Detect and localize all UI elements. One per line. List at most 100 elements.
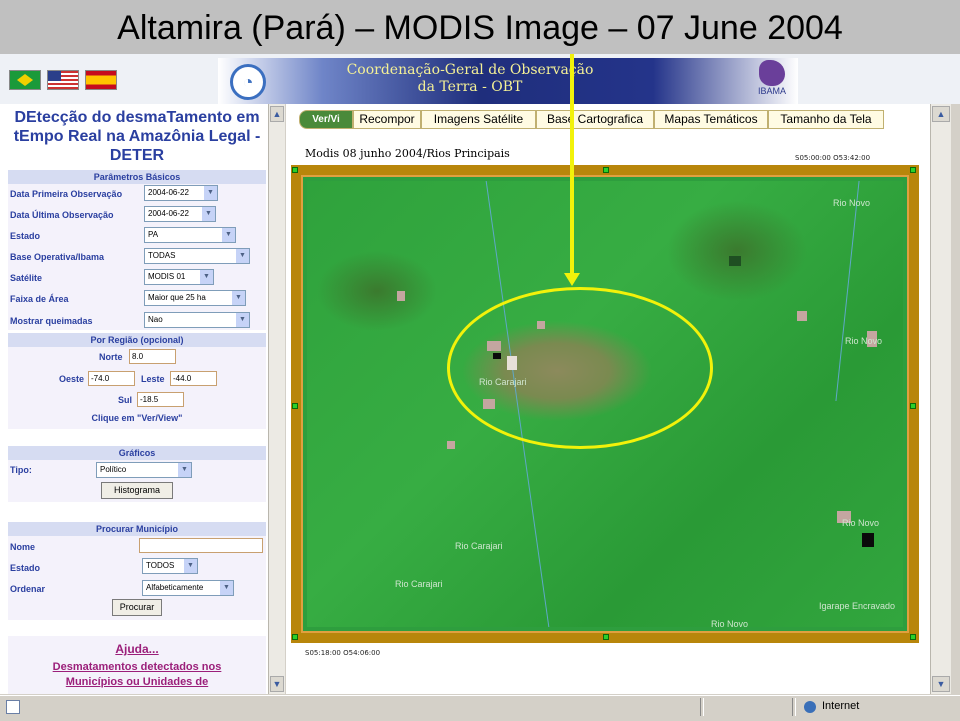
satelite-value: MODIS 01 — [148, 272, 186, 281]
scroll-down-icon[interactable]: ▼ — [932, 676, 950, 692]
faixa-area-value: Maior que 25 ha — [148, 293, 206, 302]
resize-handle[interactable] — [292, 167, 298, 173]
inpe-logo-icon: ◔ — [230, 64, 266, 100]
chevron-down-icon: ▼ — [220, 581, 233, 595]
oeste-input[interactable]: -74.0 — [88, 371, 135, 386]
sidebar-title: DEtecção do desmaTamento em tEmpo Real n… — [13, 109, 261, 164]
label-ordenar: Ordenar — [10, 584, 46, 594]
brazil-flag-icon[interactable] — [9, 70, 41, 90]
tab-imagens-satelite[interactable]: Imagens Satélite — [421, 110, 536, 129]
resize-handle[interactable] — [603, 634, 609, 640]
coord-bottom-left: S05:18:00 O54:06:00 — [305, 649, 381, 657]
chevron-down-icon: ▼ — [204, 186, 217, 200]
resize-handle[interactable] — [910, 403, 916, 409]
detected-link-line-1[interactable]: Desmatamentos detectados nos — [8, 660, 266, 674]
label-estado: Estado — [10, 231, 41, 241]
search-municipio-button[interactable]: Procurar — [112, 599, 162, 616]
sul-input[interactable]: -18.5 — [137, 392, 184, 407]
river-label: Rio Carajari — [455, 541, 503, 551]
banner-text: Coordenação-Geral de Observação da Terra… — [300, 62, 640, 96]
ordenar-value: Alfabeticamente — [146, 583, 204, 592]
map-caption: Modis 08 junho 2004/Rios Principais — [305, 147, 510, 160]
tab-recompor[interactable]: Recompor — [353, 110, 421, 129]
satelite-select[interactable]: MODIS 01 ▼ — [144, 269, 214, 285]
river-line — [835, 181, 860, 401]
queimadas-select[interactable]: Nao ▼ — [144, 312, 250, 328]
resize-handle[interactable] — [292, 403, 298, 409]
arrow-head-icon — [564, 273, 580, 286]
last-date-select[interactable]: 2004-06-22 ▼ — [144, 206, 216, 222]
leste-input[interactable]: -44.0 — [170, 371, 217, 386]
chevron-down-icon: ▼ — [178, 463, 191, 477]
chevron-down-icon: ▼ — [232, 291, 245, 305]
usa-flag-icon[interactable] — [47, 70, 79, 90]
histogram-button[interactable]: Histograma — [101, 482, 173, 499]
label-first-date: Data Primeira Observação — [10, 189, 123, 199]
label-tipo: Tipo: — [10, 465, 32, 475]
queimadas-value: Nao — [148, 315, 163, 324]
label-municipio-estado: Estado — [10, 563, 41, 573]
resize-handle[interactable] — [603, 167, 609, 173]
tipo-select[interactable]: Político ▼ — [96, 462, 192, 478]
label-leste: Leste — [141, 374, 165, 384]
tab-mapas-tematicos[interactable]: Mapas Temáticos — [654, 110, 768, 129]
label-faixa-area: Faixa de Área — [10, 294, 69, 304]
municipio-estado-value: TODOS — [146, 561, 175, 570]
estado-value: PA — [148, 230, 159, 239]
chevron-down-icon: ▼ — [236, 313, 249, 327]
status-divider — [792, 698, 796, 716]
section-heading-region: Por Região (opcional) — [8, 333, 266, 347]
nome-input[interactable] — [139, 538, 263, 553]
municipio-estado-select[interactable]: TODOS ▼ — [142, 558, 198, 574]
faixa-area-select[interactable]: Maior que 25 ha ▼ — [144, 290, 246, 306]
ordenar-select[interactable]: Alfabeticamente ▼ — [142, 580, 234, 596]
chevron-down-icon: ▼ — [184, 559, 197, 573]
scroll-up-icon[interactable]: ▲ — [270, 106, 284, 122]
annotation-arrow — [570, 54, 574, 279]
river-label: Igarape Encravado — [819, 601, 896, 611]
banner-line-1: Coordenação-Geral de Observação — [346, 62, 594, 78]
ibama-leaf-icon — [759, 60, 785, 86]
status-divider — [700, 698, 704, 716]
slide-title: Altamira (Pará) – MODIS Image – 07 June … — [0, 0, 960, 54]
chevron-down-icon: ▼ — [200, 270, 213, 284]
tab-base-cartografica[interactable]: Base Cartografica — [536, 110, 654, 129]
first-date-value: 2004-06-22 — [148, 188, 189, 197]
label-queimadas: Mostrar queimadas — [10, 316, 93, 326]
last-date-value: 2004-06-22 — [148, 209, 189, 218]
tipo-value: Político — [100, 465, 127, 474]
label-norte: Norte — [99, 352, 123, 362]
norte-input[interactable]: 8.0 — [129, 349, 176, 364]
globe-icon — [804, 701, 816, 713]
base-operativa-value: TODAS — [148, 251, 176, 260]
section-heading-basic: Parâmetros Básicos — [8, 170, 266, 184]
scroll-up-icon[interactable]: ▲ — [932, 106, 950, 122]
deforestation-patch — [447, 441, 455, 449]
label-last-date: Data Última Observação — [10, 210, 114, 220]
spain-flag-icon[interactable] — [85, 70, 117, 90]
resize-handle[interactable] — [910, 634, 916, 640]
highlight-ellipse — [447, 287, 713, 449]
tab-ver-view[interactable]: Ver/Vi — [299, 110, 353, 129]
detected-link-line-2[interactable]: Municípios ou Unidades de — [8, 675, 266, 689]
river-label: Rio Carajari — [395, 579, 443, 589]
sidebar-scrollbar[interactable]: ▲ ▼ — [268, 104, 285, 694]
label-sul: Sul — [118, 395, 133, 405]
help-link[interactable]: Ajuda... — [8, 642, 266, 656]
resize-handle[interactable] — [292, 634, 298, 640]
estado-select[interactable]: PA ▼ — [144, 227, 236, 243]
map-scrollbar[interactable]: ▲ ▼ — [930, 104, 951, 694]
label-oeste: Oeste — [59, 374, 85, 384]
base-operativa-select[interactable]: TODAS ▼ — [144, 248, 250, 264]
coord-top-right: S05:00:00 O53:42:00 — [795, 154, 871, 162]
first-date-select[interactable]: 2004-06-22 ▼ — [144, 185, 218, 201]
resize-handle[interactable] — [910, 167, 916, 173]
chevron-down-icon: ▼ — [202, 207, 215, 221]
label-satelite: Satélite — [10, 273, 43, 283]
scroll-down-icon[interactable]: ▼ — [270, 676, 284, 692]
security-zone: Internet — [822, 700, 860, 712]
label-base-operativa: Base Operativa/Ibama — [10, 252, 105, 262]
tab-tamanho-tela[interactable]: Tamanho da Tela — [768, 110, 884, 129]
river-label: Rio Novo — [711, 619, 749, 627]
ibama-logo: IBAMA — [752, 60, 792, 102]
